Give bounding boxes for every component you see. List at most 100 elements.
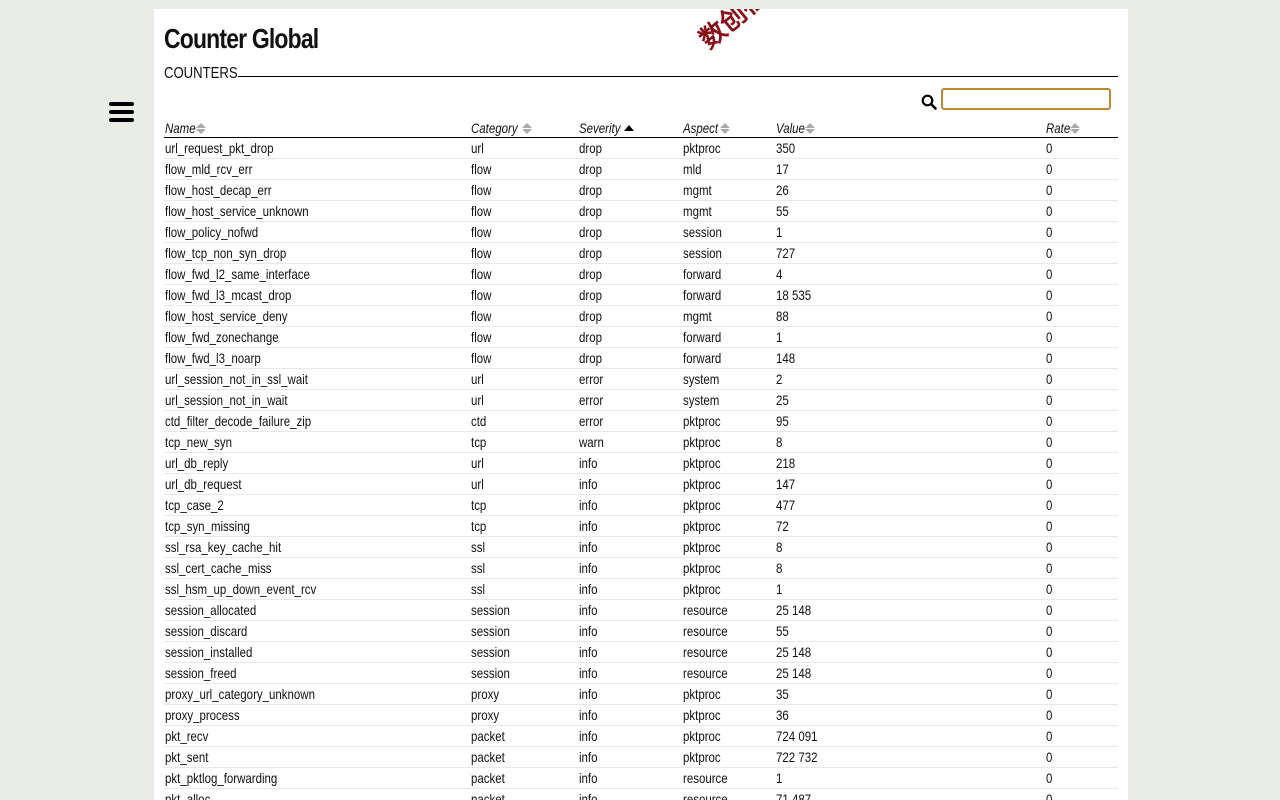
cell-severity-text: drop: [579, 161, 602, 177]
column-header-value[interactable]: Value: [775, 118, 1045, 138]
sort-icon[interactable]: [196, 123, 207, 135]
cell-rate: 0: [1045, 452, 1118, 474]
cell-name: pkt_recv: [164, 725, 470, 747]
cell-rate-text: 0: [1046, 707, 1053, 723]
cell-value: 8: [775, 557, 1045, 579]
cell-value-text: 25 148: [776, 644, 812, 660]
table-row[interactable]: session_installed session info resource 25 1…: [164, 641, 1118, 663]
sort-icon[interactable]: [719, 123, 730, 135]
table-row[interactable]: proxy_process proxy info pktproc 36 0: [164, 704, 1118, 726]
table-row[interactable]: tcp_syn_missing tcp info pktproc 72 0: [164, 515, 1118, 537]
cell-value: 55: [775, 200, 1045, 222]
cell-severity-text: info: [579, 476, 598, 492]
table-row[interactable]: flow_fwd_l3_mcast_drop flow drop forward 18 …: [164, 284, 1118, 306]
cell-name-text: flow_host_decap_err: [165, 182, 272, 198]
cell-severity-text: info: [579, 644, 598, 660]
cell-category-text: proxy: [471, 707, 500, 723]
table-row[interactable]: pkt_alloc packet info resource 71 487 0: [164, 788, 1118, 800]
cell-value: 71 487: [775, 788, 1045, 800]
cell-category: packet: [470, 746, 578, 768]
cell-category-text: ctd: [471, 413, 487, 429]
cell-value-text: 25 148: [776, 602, 812, 618]
cell-value: 72: [775, 515, 1045, 537]
table-row[interactable]: ctd_filter_decode_failure_zip ctd error pkt…: [164, 410, 1118, 432]
search-input[interactable]: [941, 88, 1111, 110]
cell-name: ssl_cert_cache_miss: [164, 557, 470, 579]
cell-aspect-text: session: [683, 224, 722, 240]
column-header-category[interactable]: Category: [470, 118, 578, 138]
table-row[interactable]: flow_fwd_l2_same_interface flow drop forwar…: [164, 263, 1118, 285]
table-row[interactable]: session_discard session info resource 55 0: [164, 620, 1118, 642]
cell-category: url: [470, 137, 578, 159]
cell-name: flow_host_decap_err: [164, 179, 470, 201]
table-row[interactable]: flow_fwd_l3_noarp flow drop forward 148 0: [164, 347, 1118, 369]
cell-category: session: [470, 662, 578, 684]
table-row[interactable]: url_session_not_in_wait url error system 25 0: [164, 389, 1118, 411]
sort-icon[interactable]: [521, 123, 532, 135]
table-row[interactable]: flow_host_decap_err flow drop mgmt 26 0: [164, 179, 1118, 201]
cell-aspect: mgmt: [682, 200, 775, 222]
cell-category-text: session: [471, 602, 510, 618]
cell-name-text: url_session_not_in_wait: [165, 392, 288, 408]
cell-severity: info: [578, 536, 682, 558]
table-row[interactable]: proxy_url_category_unknown proxy info pktpr…: [164, 683, 1118, 705]
cell-category: tcp: [470, 494, 578, 516]
cell-severity-text: info: [579, 560, 598, 576]
column-header-severity[interactable]: Severity: [578, 118, 682, 138]
table-row[interactable]: ssl_hsm_up_down_event_rcv ssl info pktproc 1…: [164, 578, 1118, 600]
cell-rate: 0: [1045, 326, 1118, 348]
table-row[interactable]: pkt_sent packet info pktproc 722 732 0: [164, 746, 1118, 768]
table-row[interactable]: flow_mld_rcv_err flow drop mld 17 0: [164, 158, 1118, 180]
table-row[interactable]: ssl_rsa_key_cache_hit ssl info pktproc 8 0: [164, 536, 1118, 558]
cell-value: 88: [775, 305, 1045, 327]
cell-name-text: tcp_new_syn: [165, 434, 233, 450]
table-row[interactable]: tcp_case_2 tcp info pktproc 477 0: [164, 494, 1118, 516]
cell-name: flow_tcp_non_syn_drop: [164, 242, 470, 264]
cell-aspect-text: forward: [683, 329, 722, 345]
cell-rate: 0: [1045, 515, 1118, 537]
cell-category-text: packet: [471, 770, 505, 786]
table-row[interactable]: session_freed session info resource 25 148 0: [164, 662, 1118, 684]
table-row[interactable]: url_db_reply url info pktproc 218 0: [164, 452, 1118, 474]
table-row[interactable]: flow_tcp_non_syn_drop flow drop session 727 0: [164, 242, 1118, 264]
table-row[interactable]: pkt_pktlog_forwarding packet info resource 1…: [164, 767, 1118, 789]
cell-name: proxy_url_category_unknown: [164, 683, 470, 705]
cell-value-text: 18 535: [776, 287, 812, 303]
sort-icon[interactable]: [805, 123, 816, 135]
cell-severity: info: [578, 515, 682, 537]
table-row[interactable]: flow_host_service_unknown flow drop mgmt 55 0: [164, 200, 1118, 222]
table-row[interactable]: url_db_request url info pktproc 147 0: [164, 473, 1118, 495]
cell-rate-text: 0: [1046, 728, 1053, 744]
cell-category-text: ssl: [471, 539, 486, 555]
column-header-label: Name: [165, 119, 196, 136]
cell-name: url_db_request: [164, 473, 470, 495]
cell-severity: error: [578, 368, 682, 390]
table-row[interactable]: session_allocated session info resource 25 1…: [164, 599, 1118, 621]
column-header-rate[interactable]: Rate: [1045, 118, 1118, 138]
column-header-aspect[interactable]: Aspect: [682, 118, 775, 138]
table-row[interactable]: url_session_not_in_ssl_wait url error syste…: [164, 368, 1118, 390]
table-row[interactable]: flow_fwd_zonechange flow drop forward 1 0: [164, 326, 1118, 348]
cell-name-text: session_freed: [165, 665, 237, 681]
cell-value: 148: [775, 347, 1045, 369]
menu-icon[interactable]: [109, 102, 134, 124]
table-row[interactable]: flow_host_service_deny flow drop mgmt 88 0: [164, 305, 1118, 327]
cell-rate-text: 0: [1046, 350, 1053, 366]
column-header-name[interactable]: Name: [164, 118, 470, 138]
sort-ascending-icon[interactable]: [623, 125, 634, 132]
cell-value: 8: [775, 431, 1045, 453]
cell-category-text: session: [471, 644, 510, 660]
table-row[interactable]: tcp_new_syn tcp warn pktproc 8 0: [164, 431, 1118, 453]
table-row[interactable]: url_request_pkt_drop url drop pktproc 350 0: [164, 137, 1118, 159]
cell-aspect-text: pktproc: [683, 455, 721, 471]
table-row[interactable]: pkt_recv packet info pktproc 724 091 0: [164, 725, 1118, 747]
cell-name-text: pkt_recv: [165, 728, 209, 744]
cell-category: flow: [470, 158, 578, 180]
sort-icon[interactable]: [1069, 123, 1080, 135]
table-row[interactable]: flow_policy_nofwd flow drop session 1 0: [164, 221, 1118, 243]
cell-value: 36: [775, 704, 1045, 726]
cell-rate-text: 0: [1046, 203, 1053, 219]
cell-category: flow: [470, 242, 578, 264]
table-row[interactable]: ssl_cert_cache_miss ssl info pktproc 8 0: [164, 557, 1118, 579]
cell-category: flow: [470, 179, 578, 201]
